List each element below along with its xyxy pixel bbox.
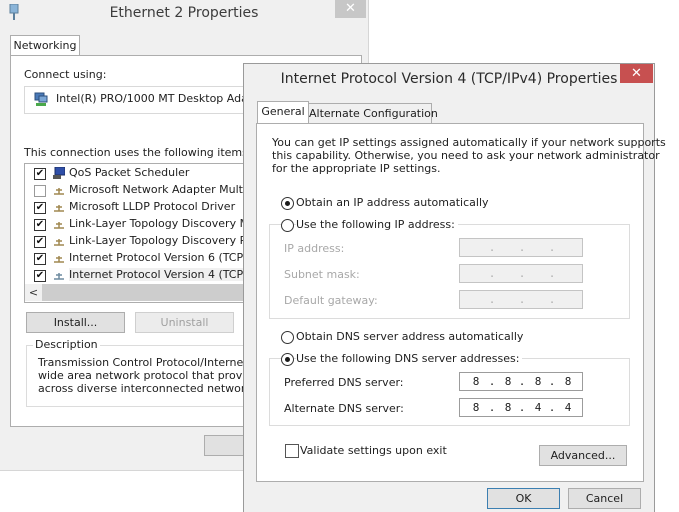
connect-using-label: Connect using: (24, 68, 107, 81)
list-item[interactable]: ✔ Microsoft LLDP Protocol Driver (25, 199, 255, 216)
tab-alternate-configuration[interactable]: Alternate Configuration (308, 103, 438, 124)
protocol-icon (54, 188, 64, 195)
qos-icon (53, 167, 65, 179)
octet: 8 (564, 375, 572, 388)
item-checkbox[interactable] (34, 185, 46, 197)
protocol-icon (54, 222, 64, 229)
validate-settings-label[interactable]: Validate settings upon exit (300, 444, 447, 457)
dialog-title: Ethernet 2 Properties (109, 5, 259, 21)
list-item[interactable]: ✔ QoS Packet Scheduler (25, 165, 255, 182)
obtain-ip-auto-radio[interactable] (281, 197, 294, 210)
item-label: Link-Layer Topology Discovery Mapp (69, 217, 270, 230)
validate-settings-checkbox[interactable] (285, 444, 299, 458)
cancel-button[interactable]: Cancel (568, 488, 641, 509)
default-gateway-label: Default gateway: (284, 294, 378, 307)
close-button[interactable]: ✕ (335, 0, 366, 18)
obtain-ip-auto-label[interactable]: Obtain an IP address automatically (296, 196, 489, 209)
obtain-dns-auto-label[interactable]: Obtain DNS server address automatically (296, 330, 523, 343)
general-tab-panel: You can get IP settings assigned automat… (256, 123, 666, 482)
item-checkbox[interactable]: ✔ (34, 253, 46, 265)
network-adapter-icon (34, 92, 48, 106)
protocol-icon (54, 205, 64, 212)
list-item[interactable]: ✔ Link-Layer Topology Discovery Mapp (25, 216, 270, 233)
item-label: QoS Packet Scheduler (69, 166, 190, 179)
advanced-button[interactable]: Advanced... (539, 445, 627, 466)
default-gateway-input[interactable]: ... (459, 290, 583, 309)
intro-line: this capability. Otherwise, you need to … (272, 149, 660, 162)
preferred-dns-input[interactable]: 8 . 8 . 8 . 8 (459, 372, 583, 391)
uninstall-button[interactable]: Uninstall (135, 312, 234, 333)
close-button[interactable]: ✕ (620, 64, 653, 83)
alternate-dns-input[interactable]: 8 . 8 . 4 . 4 (459, 398, 583, 417)
adapter-name: Intel(R) PRO/1000 MT Desktop Adapte (56, 92, 266, 105)
close-icon: ✕ (345, 1, 356, 16)
item-checkbox[interactable]: ✔ (34, 219, 46, 231)
list-item[interactable]: Microsoft Network Adapter Multiplexo (25, 182, 276, 199)
ip-address-label: IP address: (284, 242, 345, 255)
obtain-dns-auto-radio[interactable] (281, 331, 294, 344)
install-button[interactable]: Install... (26, 312, 125, 333)
item-checkbox[interactable]: ✔ (34, 236, 46, 248)
components-list: ✔ QoS Packet Scheduler Microsoft Network… (24, 163, 276, 303)
alternate-dns-label: Alternate DNS server: (284, 402, 404, 415)
protocol-icon (54, 256, 64, 263)
tab-networking[interactable]: Networking (10, 35, 80, 56)
close-icon: ✕ (631, 66, 642, 81)
list-item[interactable]: ✔ Link-Layer Topology Discovery Resp (25, 233, 266, 250)
ok-button[interactable]: OK (487, 488, 560, 509)
ipv4-properties-dialog: Internet Protocol Version 4 (TCP/IPv4) P… (243, 63, 666, 512)
use-static-dns-radio[interactable] (281, 353, 294, 366)
list-item[interactable]: ✔ Internet Protocol Version 6 (TCP/IPv (25, 250, 263, 267)
item-checkbox[interactable]: ✔ (34, 270, 46, 282)
item-label: Internet Protocol Version 4 (TCP/IPv (69, 268, 264, 281)
description-legend: Description (33, 338, 100, 351)
item-label: Internet Protocol Version 6 (TCP/IPv (69, 251, 264, 264)
ip-address-input[interactable]: ... (459, 238, 583, 257)
protocol-icon (54, 239, 64, 246)
dialog-title: Internet Protocol Version 4 (TCP/IPv4) P… (280, 71, 618, 87)
intro-text: You can get IP settings assigned automat… (272, 136, 666, 175)
item-checkbox[interactable]: ✔ (34, 168, 46, 180)
scroll-left-icon[interactable]: < (25, 284, 42, 301)
item-label: Link-Layer Topology Discovery Resp (69, 234, 267, 247)
tab-general[interactable]: General (257, 101, 309, 124)
adapter-field: Intel(R) PRO/1000 MT Desktop Adapte (24, 86, 266, 114)
subnet-mask-label: Subnet mask: (284, 268, 360, 281)
intro-line: for the appropriate IP settings. (272, 162, 441, 175)
items-label: This connection uses the following items… (24, 146, 252, 159)
item-label: Microsoft LLDP Protocol Driver (69, 200, 236, 213)
use-static-ip-radio[interactable] (281, 219, 294, 232)
use-static-ip-label[interactable]: Use the following IP address: (296, 218, 458, 231)
horizontal-scrollbar[interactable]: < (25, 284, 255, 301)
use-static-dns-label[interactable]: Use the following DNS server addresses: (296, 352, 523, 365)
item-checkbox[interactable]: ✔ (34, 202, 46, 214)
list-item-selected[interactable]: ✔ Internet Protocol Version 4 (TCP/IPv (25, 267, 264, 284)
subnet-mask-input[interactable]: ... (459, 264, 583, 283)
octet: 4 (564, 401, 572, 414)
preferred-dns-label: Preferred DNS server: (284, 376, 404, 389)
protocol-icon (54, 273, 64, 280)
intro-line: You can get IP settings assigned automat… (272, 136, 666, 149)
